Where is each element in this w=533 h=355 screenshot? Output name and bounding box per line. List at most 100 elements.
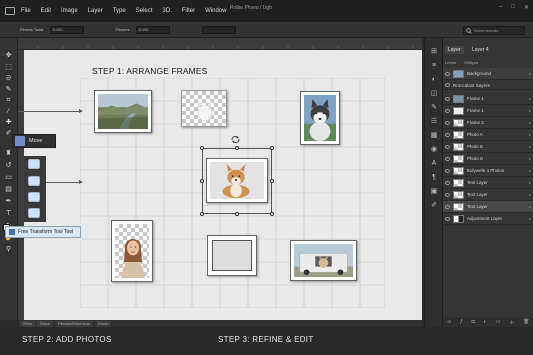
channels-panel-icon[interactable]: ◫ xyxy=(429,90,439,98)
layer-row[interactable]: Photo B ▸ xyxy=(443,141,533,153)
lasso-tool-icon[interactable]: ᘐ xyxy=(4,75,13,83)
mask-icon[interactable]: ◘ xyxy=(472,319,475,325)
search-input[interactable]: Savernosinds xyxy=(463,26,525,35)
artboard-tool-icon[interactable] xyxy=(28,176,40,186)
new-layer-icon[interactable]: ＋ xyxy=(509,319,514,326)
status-item-1[interactable]: Sires xyxy=(20,320,36,327)
layer-row[interactable]: Photo B ▸ xyxy=(443,153,533,165)
styles-panel-icon[interactable]: ☰ xyxy=(429,118,439,126)
crop-tool-icon[interactable]: ⌗ xyxy=(4,97,13,105)
option-field-1[interactable]: 3:100 xyxy=(49,25,84,34)
fx-icon[interactable]: ƒ xyxy=(460,319,463,325)
layer-row[interactable]: Frame 2 ▸ xyxy=(443,117,533,129)
brush-panel-icon[interactable]: ✐ xyxy=(429,202,439,210)
layer-row[interactable]: Frame 1 ▸ xyxy=(443,93,533,105)
transform-handle-ml[interactable] xyxy=(200,179,204,183)
transform-handle-tl[interactable] xyxy=(200,146,204,150)
properties-panel-icon[interactable]: ≡ xyxy=(429,62,439,70)
transform-handle-bc[interactable] xyxy=(235,212,239,216)
layer-row[interactable]: Photo A ▸ xyxy=(443,129,533,141)
layer-options-icon[interactable]: ▸ xyxy=(529,144,531,149)
paragraph-panel-icon[interactable]: ¶ xyxy=(429,174,439,182)
transform-handle-tc[interactable] xyxy=(235,146,239,150)
eraser-tool-icon[interactable]: ▭ xyxy=(4,174,13,182)
pen-tool-icon[interactable]: ✒ xyxy=(4,198,13,206)
gradient-tool-icon[interactable]: ▤ xyxy=(4,186,13,194)
transform-handle-br[interactable] xyxy=(270,212,274,216)
photo-frame-landscape[interactable] xyxy=(94,90,152,133)
healing-brush-icon[interactable]: ✚ xyxy=(4,119,13,127)
eye-icon[interactable] xyxy=(445,132,450,137)
menu-edit[interactable]: Edit xyxy=(41,8,51,14)
move-tool-icon[interactable]: ✥ xyxy=(4,52,13,60)
menu-window[interactable]: Window xyxy=(205,8,226,14)
eye-icon[interactable] xyxy=(445,71,450,76)
minimize-button[interactable]: – xyxy=(499,4,502,11)
tab-layer[interactable]: Layer xyxy=(445,46,464,54)
eye-icon[interactable] xyxy=(445,144,450,149)
transform-handle-mr[interactable] xyxy=(270,179,274,183)
layer-options-icon[interactable]: ▸ xyxy=(529,108,531,113)
maximize-button[interactable]: □ xyxy=(511,4,515,11)
eye-icon[interactable] xyxy=(445,216,450,221)
transform-handle-bl[interactable] xyxy=(200,212,204,216)
close-button[interactable]: ✕ xyxy=(524,4,529,11)
eye-icon[interactable] xyxy=(445,120,450,125)
status-item-2[interactable]: Dsive xyxy=(37,320,54,327)
menu-image[interactable]: Image xyxy=(61,8,78,14)
layer-options-icon[interactable]: ▸ xyxy=(529,132,531,137)
layer-row[interactable]: Frame 1 ▸ xyxy=(443,105,533,117)
frame-tool-icon[interactable] xyxy=(28,159,40,169)
layer-row[interactable]: Adjustment Layer ▸ xyxy=(443,213,533,225)
layer-options-icon[interactable]: ▸ xyxy=(529,120,531,125)
eyedropper-icon[interactable]: ⁄ xyxy=(4,108,13,116)
swatches-panel-icon[interactable]: ▦ xyxy=(429,132,439,140)
layer-row[interactable]: Text Layer ▸ xyxy=(443,177,533,189)
layer-options-icon[interactable]: ▸ xyxy=(529,216,531,221)
eye-icon[interactable] xyxy=(445,156,450,161)
rotate-icon[interactable] xyxy=(230,135,241,144)
photo-frame-van-dog[interactable] xyxy=(290,240,357,281)
layer-options-icon[interactable]: ▸ xyxy=(529,180,531,185)
color-panel-icon[interactable]: ◉ xyxy=(429,146,439,154)
adjustments-panel-icon[interactable]: ◐ xyxy=(429,76,439,84)
layers-filter-label[interactable]: Lrtnes xyxy=(445,60,456,65)
layer-options-icon[interactable]: ▸ xyxy=(529,96,531,101)
history-panel-icon[interactable]: ⊞ xyxy=(429,48,439,56)
photo-frame-dog-small[interactable] xyxy=(181,90,227,127)
menu-filter[interactable]: Filter xyxy=(182,8,195,14)
transform-handle-tr[interactable] xyxy=(270,146,274,150)
layer-group-header[interactable]: Rroccalant Sayers xyxy=(443,81,533,90)
eye-icon[interactable] xyxy=(445,204,450,209)
empty-photo-frame[interactable] xyxy=(207,235,257,276)
type-tool-icon[interactable]: T xyxy=(4,210,13,218)
eye-icon[interactable] xyxy=(445,168,450,173)
layers-filter-option[interactable]: Wittlyes xyxy=(464,60,478,65)
stamp-tool-icon[interactable]: ♜ xyxy=(4,150,13,158)
option-field-2[interactable]: 5:100 xyxy=(135,25,170,34)
photo-frame-portrait[interactable] xyxy=(111,220,153,282)
zoom-tool-icon[interactable]: ⚲ xyxy=(4,246,13,254)
new-group-icon[interactable]: ▭ xyxy=(496,319,501,325)
option-field-3[interactable] xyxy=(201,25,236,34)
document-canvas[interactable]: STEP 1: ARRANGE FRAMES xyxy=(24,50,422,320)
layer-row[interactable]: Eulywefe 4 Photos ▸ xyxy=(443,165,533,177)
character-panel-icon[interactable]: A xyxy=(429,160,439,168)
marquee-tool-icon[interactable]: ⬚ xyxy=(4,64,13,72)
layer-row-selected[interactable]: Text Layer ▸ xyxy=(443,201,533,213)
trash-icon[interactable]: 🗑 xyxy=(523,319,529,325)
layer-options-icon[interactable]: ▸ xyxy=(529,204,531,209)
libraries-panel-icon[interactable]: ▣ xyxy=(429,188,439,196)
layer-options-icon[interactable]: ▸ xyxy=(529,156,531,161)
quick-select-icon[interactable]: ✎ xyxy=(4,86,13,94)
menu-layer[interactable]: Layer xyxy=(88,8,103,14)
eye-icon[interactable] xyxy=(445,192,450,197)
eye-icon[interactable] xyxy=(445,83,450,87)
history-brush-icon[interactable]: ↺ xyxy=(4,162,13,170)
layer-options-icon[interactable]: ▸ xyxy=(529,168,531,173)
eye-icon[interactable] xyxy=(445,108,450,113)
menu-type[interactable]: Type xyxy=(113,8,126,14)
transform-tool-icon[interactable] xyxy=(28,208,40,218)
menu-file[interactable]: File xyxy=(21,8,31,14)
tab-layer-4[interactable]: Layer 4 xyxy=(469,46,492,54)
